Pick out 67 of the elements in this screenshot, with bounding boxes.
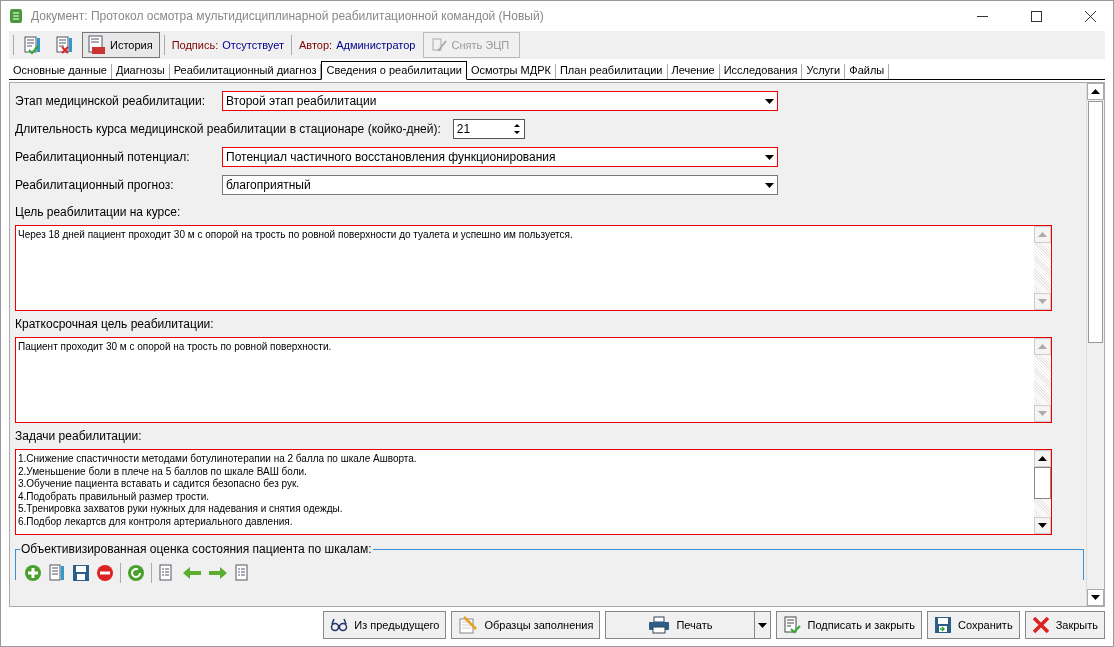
tab[interactable]: Файлы (845, 64, 890, 79)
tab[interactable]: План реабилитации (555, 64, 668, 79)
document-icon[interactable] (48, 564, 66, 582)
close-icon (1031, 616, 1050, 634)
document-cross-icon (54, 35, 74, 55)
author-label: Автор: (298, 39, 333, 51)
add-icon[interactable] (24, 564, 42, 582)
dropdown-field[interactable]: благоприятный (222, 175, 778, 195)
tab[interactable]: Услуги (802, 64, 846, 79)
dropdown-field[interactable]: Потенциал частичного восстановления функционирования (222, 147, 778, 167)
field-label: Краткосрочная цель реабилитации: (15, 317, 215, 331)
minimize-icon (976, 15, 988, 17)
history-button[interactable]: История (82, 32, 160, 58)
scrollbar[interactable] (1034, 450, 1051, 534)
glasses-icon (330, 616, 349, 634)
field-label: Реабилитационный прогноз: (15, 178, 175, 192)
group-title: Объективизированная оценка состояния пациента по шкалам: (20, 542, 373, 556)
dropdown-field[interactable]: Второй этап реабилитации (222, 91, 778, 111)
number-field[interactable]: 21 (452, 119, 525, 139)
refresh-icon[interactable] (127, 564, 145, 582)
scrollbar[interactable] (1086, 83, 1104, 606)
close-icon (1084, 10, 1096, 22)
field-label: Длительность курса медицинской реабилитации в стационаре (койко-дней): (15, 122, 442, 136)
remove-icon[interactable] (96, 564, 114, 582)
signature-label: Подпись: (171, 39, 219, 51)
field-label: Цель реабилитации на курсе: (15, 205, 182, 219)
left-arrow-icon[interactable] (182, 564, 202, 582)
caret-icon (764, 182, 774, 188)
maximize-icon (1030, 10, 1042, 22)
caret-icon (764, 154, 774, 160)
field-label: Этап медицинской реабилитации: (15, 94, 207, 108)
document-check-icon (783, 616, 802, 634)
save-button[interactable]: Сохранить (926, 611, 1020, 639)
close-button[interactable]: Закрыть (1024, 611, 1105, 639)
tab[interactable]: Диагнозы (111, 64, 170, 79)
from-previous-button[interactable]: Из предыдущего (323, 611, 447, 639)
printer-icon (648, 616, 671, 634)
document-check-icon (22, 35, 42, 55)
scroll-up-icon[interactable] (1038, 456, 1047, 461)
scroll-up-icon[interactable] (1091, 89, 1100, 94)
tab[interactable]: Реабилитационный диагноз (169, 64, 322, 79)
author-value: Администратор (336, 39, 416, 51)
dropdown-button[interactable] (755, 611, 772, 639)
scroll-down-icon[interactable] (1038, 523, 1047, 528)
caret-icon (764, 98, 774, 104)
tab[interactable]: Лечение (667, 64, 720, 79)
right-arrow-icon[interactable] (208, 564, 228, 582)
tab[interactable]: Основные данные (9, 64, 112, 79)
window-title: Документ: Протокол осмотра мультидисциплинарной реабилитационной командой (Новый) (31, 9, 545, 23)
scroll-down-icon[interactable] (1091, 595, 1100, 600)
tab[interactable]: Осмотры МДРК (466, 64, 556, 79)
text-area[interactable]: Через 18 дней пациент проходит 30 м с опорой на трость по ровной поверхности до туалета и успешно им пользуется. (15, 225, 1052, 311)
text-area[interactable]: 1.Снижение спастичности методами ботулинотерапии на 2 балла по шкале Ашворта. 2.Уменьшение боли в плече на 5 баллов по шкале ВАШ боли. 3.Обучение пациента вставать и садится безопасно без рук. 4.Подобрать правильный размер трости. 5.Тренировка захватов руки нужных для надевания и снятия одежды. 6.Подбор лекартсв для контроля артериального давления. (15, 449, 1052, 535)
field-label: Задачи реабилитации: (15, 429, 143, 443)
tab[interactable]: Сведения о реабилитации (321, 61, 467, 80)
sign-close-button[interactable]: Подписать и закрыть (776, 611, 922, 639)
log-document-icon (86, 35, 106, 55)
tab[interactable]: Исследования (719, 64, 803, 79)
document-icon (9, 8, 23, 24)
caret-icon (758, 622, 768, 628)
notepad-pencil-icon (458, 615, 479, 635)
signature-icon (431, 37, 448, 53)
signature-value: Отсутствует (222, 39, 284, 51)
field-label: Реабилитационный потенциал: (15, 150, 191, 164)
text-area[interactable]: Пациент проходит 30 м с опорой на трость по ровной поверхности. (15, 337, 1052, 423)
print-button[interactable]: Печать (605, 611, 756, 639)
templates-button[interactable]: Образцы заполнения (451, 611, 601, 639)
